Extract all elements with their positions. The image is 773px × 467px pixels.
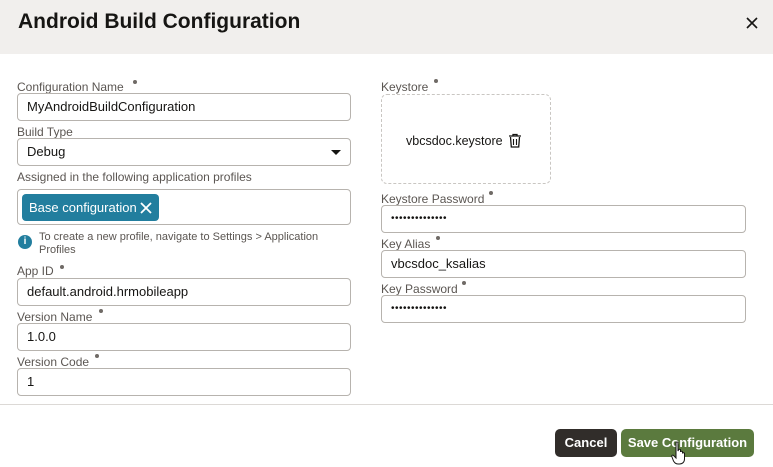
remove-chip-icon[interactable] [139,201,153,215]
profiles-label: Assigned in the following application pr… [17,170,252,184]
build-type-label: Build Type [17,125,73,139]
close-button[interactable] [738,12,766,36]
info-icon: i [18,235,32,249]
required-indicator [133,80,137,84]
config-name-input[interactable]: MyAndroidBuildConfiguration [17,93,351,121]
required-indicator [99,309,103,313]
save-configuration-button[interactable]: Save Configuration [621,429,754,457]
hand-cursor-icon [671,441,685,465]
build-type-select[interactable]: Debug [17,138,351,166]
key-password-input[interactable]: •••••••••••••• [381,295,746,323]
close-icon [746,17,758,29]
keystore-dropzone[interactable]: vbcsdoc.keystore [381,94,551,184]
keystore-password-input[interactable]: •••••••••••••• [381,205,746,233]
required-indicator [434,79,438,83]
app-id-input[interactable]: default.android.hrmobileapp [17,278,351,306]
key-password-label: Key Password [381,282,458,296]
key-alias-input[interactable]: vbcsdoc_ksalias [381,250,746,278]
keystore-file-name: vbcsdoc.keystore [406,134,503,148]
chevron-down-icon [331,150,341,155]
profile-chip-label: Base configuration [29,200,137,215]
version-code-label: Version Code [17,355,90,369]
dialog-title: Android Build Configuration [18,10,301,33]
footer-divider [0,404,773,405]
version-name-input[interactable]: 1.0.0 [17,323,351,351]
version-code-input[interactable]: 1 [17,368,351,396]
required-indicator [462,281,466,285]
config-name-label: Configuration Name [17,80,124,94]
app-id-label: App ID [17,264,54,278]
required-indicator [95,354,99,358]
dialog-header: Android Build Configuration [0,0,773,54]
cancel-button[interactable]: Cancel [555,429,617,457]
required-indicator [436,236,440,240]
profiles-input[interactable]: Base configuration [17,189,351,225]
build-type-value: Debug [27,144,66,159]
trash-icon[interactable] [508,133,522,148]
key-alias-label: Key Alias [381,237,431,251]
required-indicator [489,191,493,195]
profile-chip: Base configuration [22,194,159,221]
version-name-label: Version Name [17,310,93,324]
keystore-password-label: Keystore Password [381,192,485,206]
profiles-help-text: To create a new profile, navigate to Set… [39,231,319,256]
required-indicator [60,265,64,269]
keystore-label: Keystore [381,80,429,94]
